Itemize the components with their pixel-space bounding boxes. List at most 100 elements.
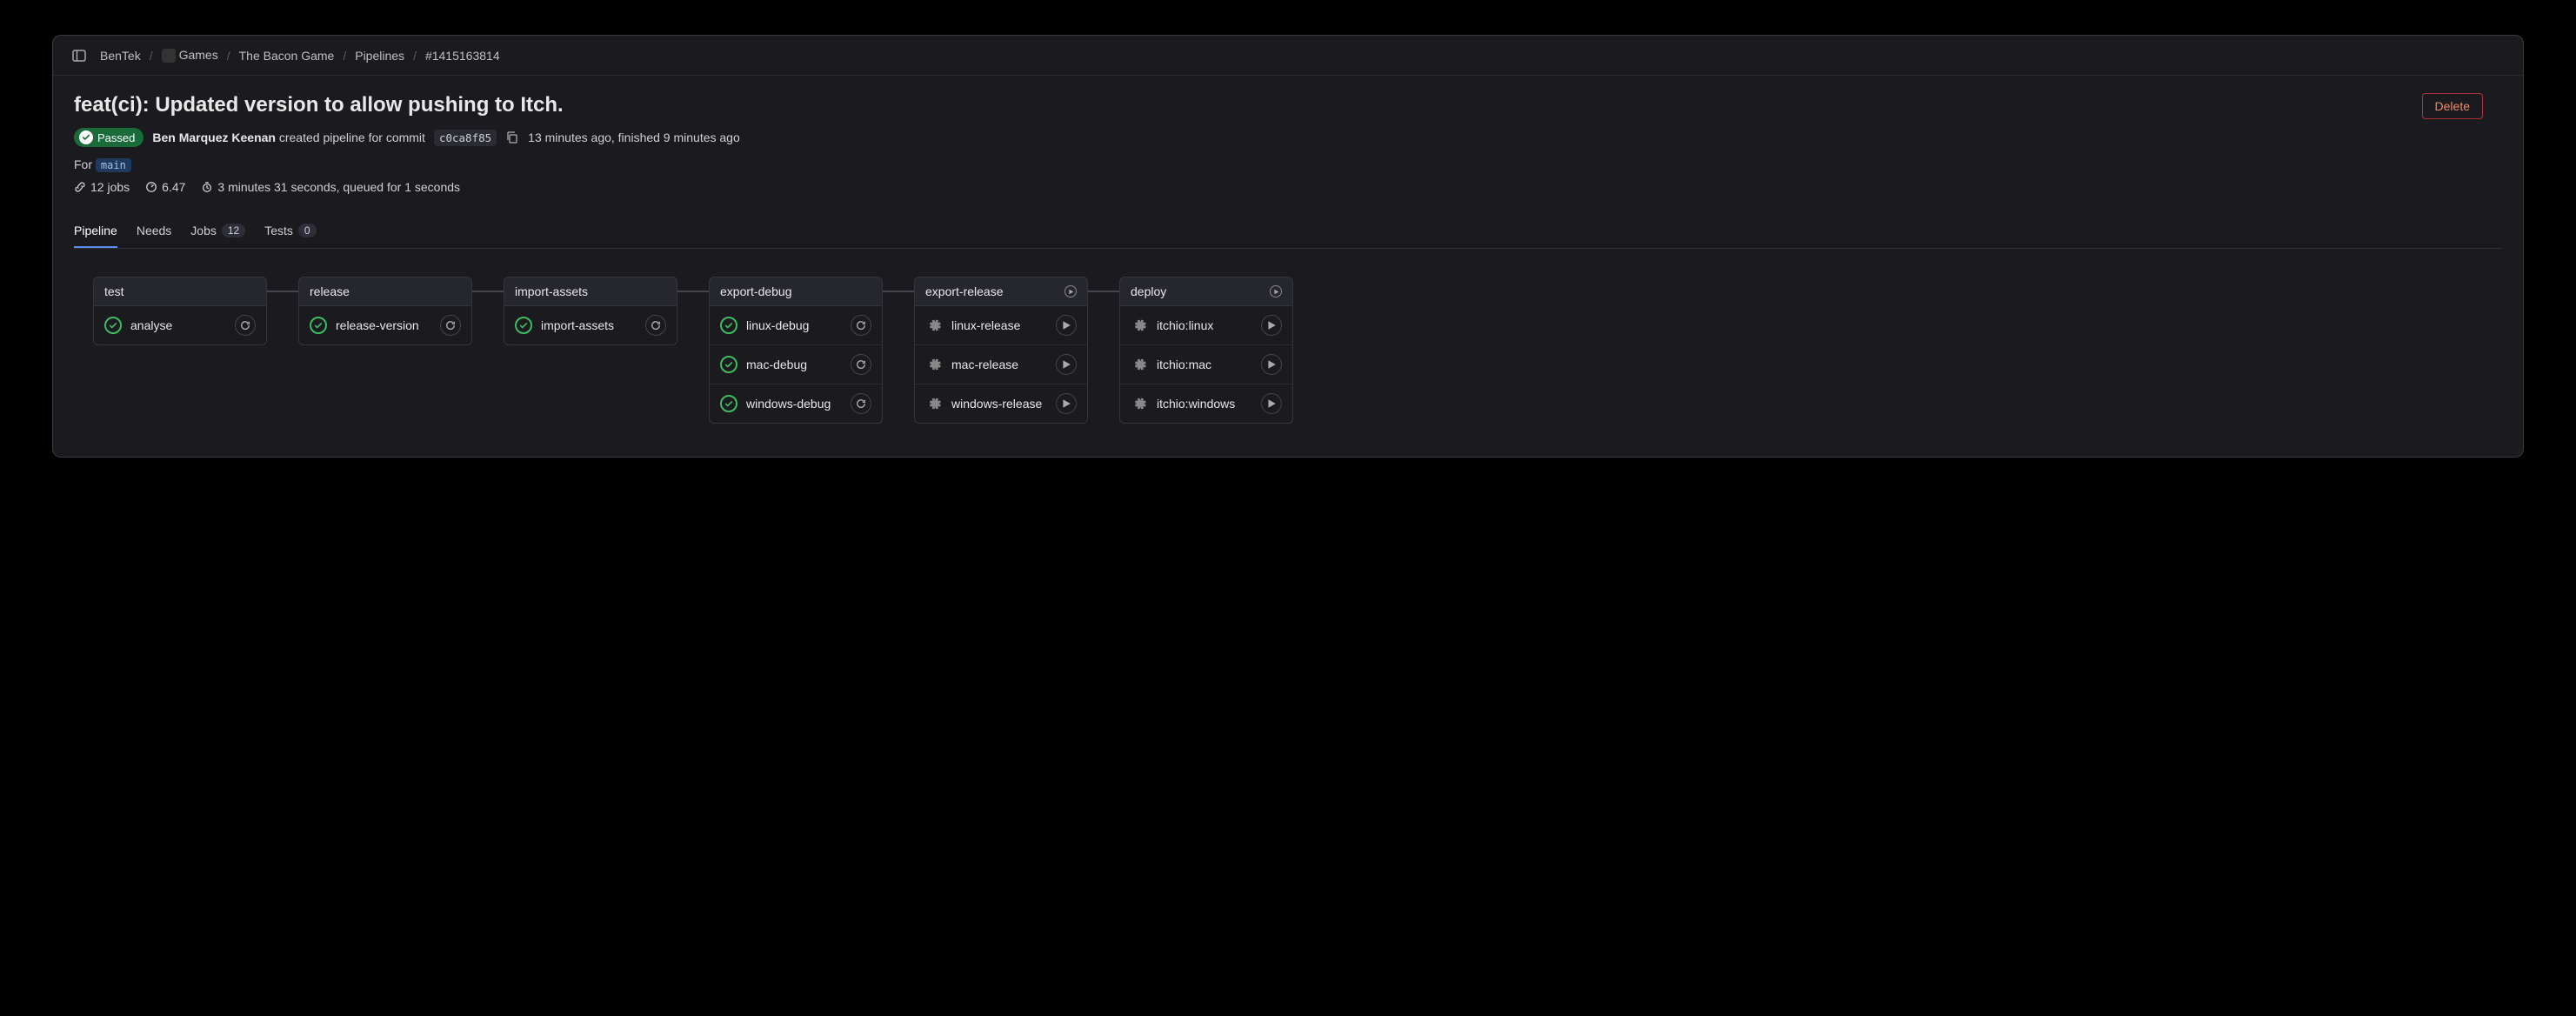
stage-header[interactable]: export-debug <box>709 277 883 306</box>
retry-button[interactable] <box>851 393 871 414</box>
stage-name: export-release <box>925 284 1004 298</box>
for-label: For <box>74 157 92 171</box>
stage-body: linux-debug mac-debug windows-debug <box>709 306 883 424</box>
status-manual-icon <box>925 395 943 412</box>
author-name[interactable]: Ben Marquez Keenan <box>152 130 276 144</box>
job-item[interactable]: linux-debug <box>710 306 882 344</box>
tab-label: Jobs <box>190 224 217 237</box>
status-manual-icon <box>1131 395 1148 412</box>
job-left: itchio:linux <box>1131 317 1213 334</box>
job-name: mac-release <box>951 358 1018 371</box>
job-left: windows-release <box>925 395 1042 412</box>
breadcrumb-item[interactable]: Pipelines <box>355 49 404 63</box>
tab-count: 12 <box>222 224 245 237</box>
pipeline-graph: test analyse release release-version import-… <box>74 249 2502 432</box>
status-manual-icon <box>1131 317 1148 334</box>
job-item[interactable]: release-version <box>299 306 471 344</box>
stage-header[interactable]: export-release <box>914 277 1088 306</box>
delete-button[interactable]: Delete <box>2422 93 2483 119</box>
job-item[interactable]: analyse <box>94 306 266 344</box>
stage-header[interactable]: test <box>93 277 267 306</box>
retry-button[interactable] <box>645 315 666 336</box>
job-name: windows-debug <box>746 397 831 411</box>
breadcrumb-item[interactable]: Games <box>162 48 218 63</box>
job-item[interactable]: linux-release <box>915 306 1087 344</box>
tab-needs[interactable]: Needs <box>137 215 171 248</box>
stage-header[interactable]: release <box>298 277 472 306</box>
tab-label: Pipeline <box>74 224 117 237</box>
play-all-icon[interactable] <box>1064 285 1077 297</box>
retry-button[interactable] <box>235 315 256 336</box>
play-button[interactable] <box>1261 354 1282 375</box>
breadcrumb-item[interactable]: #1415163814 <box>425 49 500 63</box>
breadcrumb: BenTek/Games/The Bacon Game/Pipelines/#1… <box>100 48 500 63</box>
breadcrumb-sep: / <box>150 49 153 63</box>
breadcrumb-label: Games <box>179 48 218 62</box>
play-button[interactable] <box>1261 393 1282 414</box>
job-name: itchio:windows <box>1157 397 1235 411</box>
play-button[interactable] <box>1261 315 1282 336</box>
status-passed-icon <box>104 317 122 334</box>
status-manual-icon <box>925 317 943 334</box>
stage-body: linux-release mac-release windows-release <box>914 306 1088 424</box>
gauge-icon <box>145 181 157 193</box>
stage-body: itchio:linux itchio:mac itchio:windows <box>1119 306 1293 424</box>
play-all-icon[interactable] <box>1270 285 1282 297</box>
play-button[interactable] <box>1056 393 1077 414</box>
job-name: release-version <box>336 318 419 332</box>
breadcrumb-label: The Bacon Game <box>239 49 335 63</box>
branch-pill[interactable]: main <box>96 158 131 172</box>
retry-button[interactable] <box>851 354 871 375</box>
meta-row: Passed Ben Marquez Keenan created pipeli… <box>74 128 2502 147</box>
play-button[interactable] <box>1056 315 1077 336</box>
breadcrumb-item[interactable]: BenTek <box>100 49 141 63</box>
job-name: windows-release <box>951 397 1042 411</box>
status-passed-icon <box>720 395 737 412</box>
job-item[interactable]: windows-release <box>915 384 1087 423</box>
tab-pipeline[interactable]: Pipeline <box>74 215 117 248</box>
job-item[interactable]: import-assets <box>504 306 677 344</box>
tab-tests[interactable]: Tests0 <box>264 215 316 248</box>
created-text: created pipeline for commit <box>279 130 425 144</box>
job-item[interactable]: itchio:linux <box>1120 306 1292 344</box>
check-icon <box>79 130 93 144</box>
retry-button[interactable] <box>851 315 871 336</box>
stage-import-assets: import-assets import-assets <box>504 277 677 345</box>
stage-header[interactable]: import-assets <box>504 277 677 306</box>
job-name: mac-debug <box>746 358 807 371</box>
pipeline-panel: BenTek/Games/The Bacon Game/Pipelines/#1… <box>52 35 2524 458</box>
sidebar-toggle-icon[interactable] <box>72 49 86 63</box>
jobs-stat: 12 jobs <box>74 180 130 194</box>
job-left: linux-debug <box>720 317 809 334</box>
job-left: mac-debug <box>720 356 807 373</box>
play-button[interactable] <box>1056 354 1077 375</box>
job-left: itchio:windows <box>1131 395 1235 412</box>
tab-jobs[interactable]: Jobs 12 <box>190 215 245 248</box>
job-left: analyse <box>104 317 172 334</box>
job-item[interactable]: windows-debug <box>710 384 882 423</box>
copy-sha-icon[interactable] <box>505 130 519 144</box>
breadcrumb-item[interactable]: The Bacon Game <box>239 49 335 63</box>
breadcrumb-label: BenTek <box>100 49 141 63</box>
tabs: Pipeline Needs Jobs 12 Tests0 <box>74 215 2502 249</box>
tab-count: 0 <box>298 224 317 237</box>
stage-body: import-assets <box>504 306 677 345</box>
job-left: itchio:mac <box>1131 356 1211 373</box>
retry-button[interactable] <box>440 315 461 336</box>
jobs-count: 12 jobs <box>90 180 130 194</box>
job-left: import-assets <box>515 317 614 334</box>
link-icon <box>74 181 86 193</box>
stage-name: release <box>310 284 350 298</box>
job-item[interactable]: itchio:mac <box>1120 344 1292 384</box>
job-item[interactable]: itchio:windows <box>1120 384 1292 423</box>
status-passed-icon <box>720 356 737 373</box>
stage-connector <box>1088 291 1119 292</box>
commit-sha[interactable]: c0ca8f85 <box>434 130 497 146</box>
job-item[interactable]: mac-debug <box>710 344 882 384</box>
job-item[interactable]: mac-release <box>915 344 1087 384</box>
stage-header[interactable]: deploy <box>1119 277 1293 306</box>
topbar: BenTek/Games/The Bacon Game/Pipelines/#1… <box>53 36 2523 76</box>
job-name: analyse <box>130 318 172 332</box>
stage-connector <box>267 291 298 292</box>
status-badge: Passed <box>74 128 143 147</box>
